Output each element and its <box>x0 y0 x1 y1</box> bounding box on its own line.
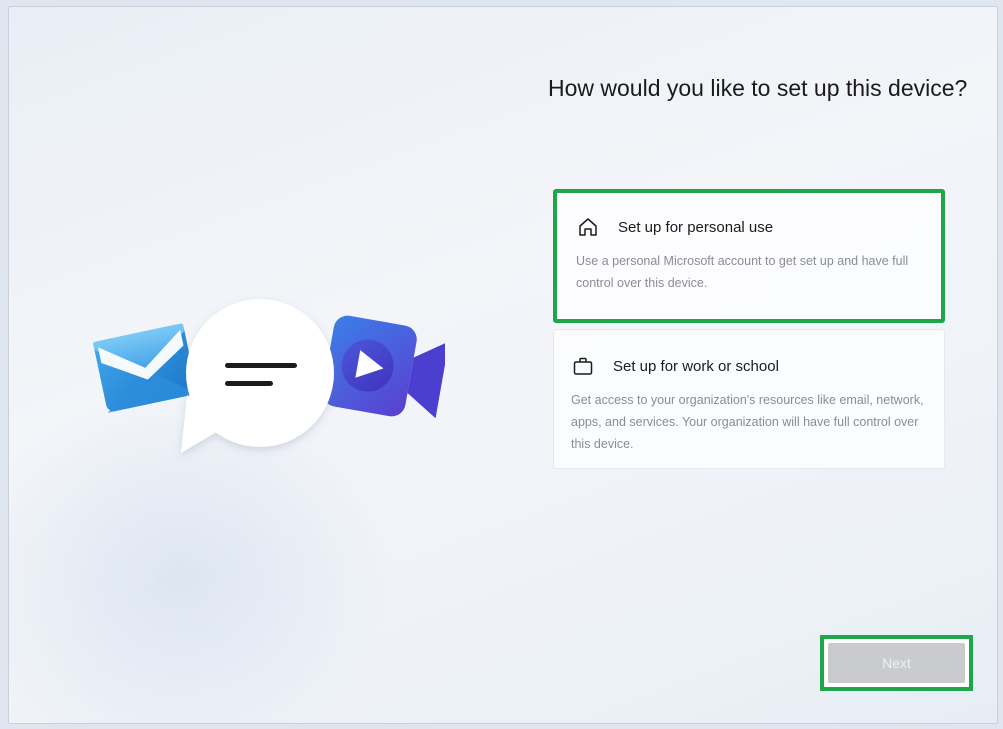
option-title: Set up for personal use <box>618 218 774 236</box>
option-title: Set up for work or school <box>613 357 779 375</box>
video-camera-icon <box>322 315 445 419</box>
mail-icon <box>93 323 198 413</box>
option-personal-use[interactable]: Set up for personal use Use a personal M… <box>553 189 945 323</box>
home-icon <box>576 215 600 239</box>
option-work-or-school[interactable]: Set up for work or school Get access to … <box>553 329 945 469</box>
illustration <box>85 295 445 465</box>
option-header: Set up for personal use <box>576 215 941 239</box>
page-title: How would you like to set up this device… <box>548 75 968 101</box>
chat-bubble-icon <box>181 299 334 453</box>
option-header: Set up for work or school <box>571 354 944 378</box>
oobe-window: How would you like to set up this device… <box>8 6 998 724</box>
next-button-frame: Next <box>820 635 973 691</box>
next-button[interactable]: Next <box>828 643 965 683</box>
briefcase-icon <box>571 354 595 378</box>
option-description: Use a personal Microsoft account to get … <box>576 254 909 290</box>
option-description: Get access to your organization's resour… <box>571 393 924 451</box>
